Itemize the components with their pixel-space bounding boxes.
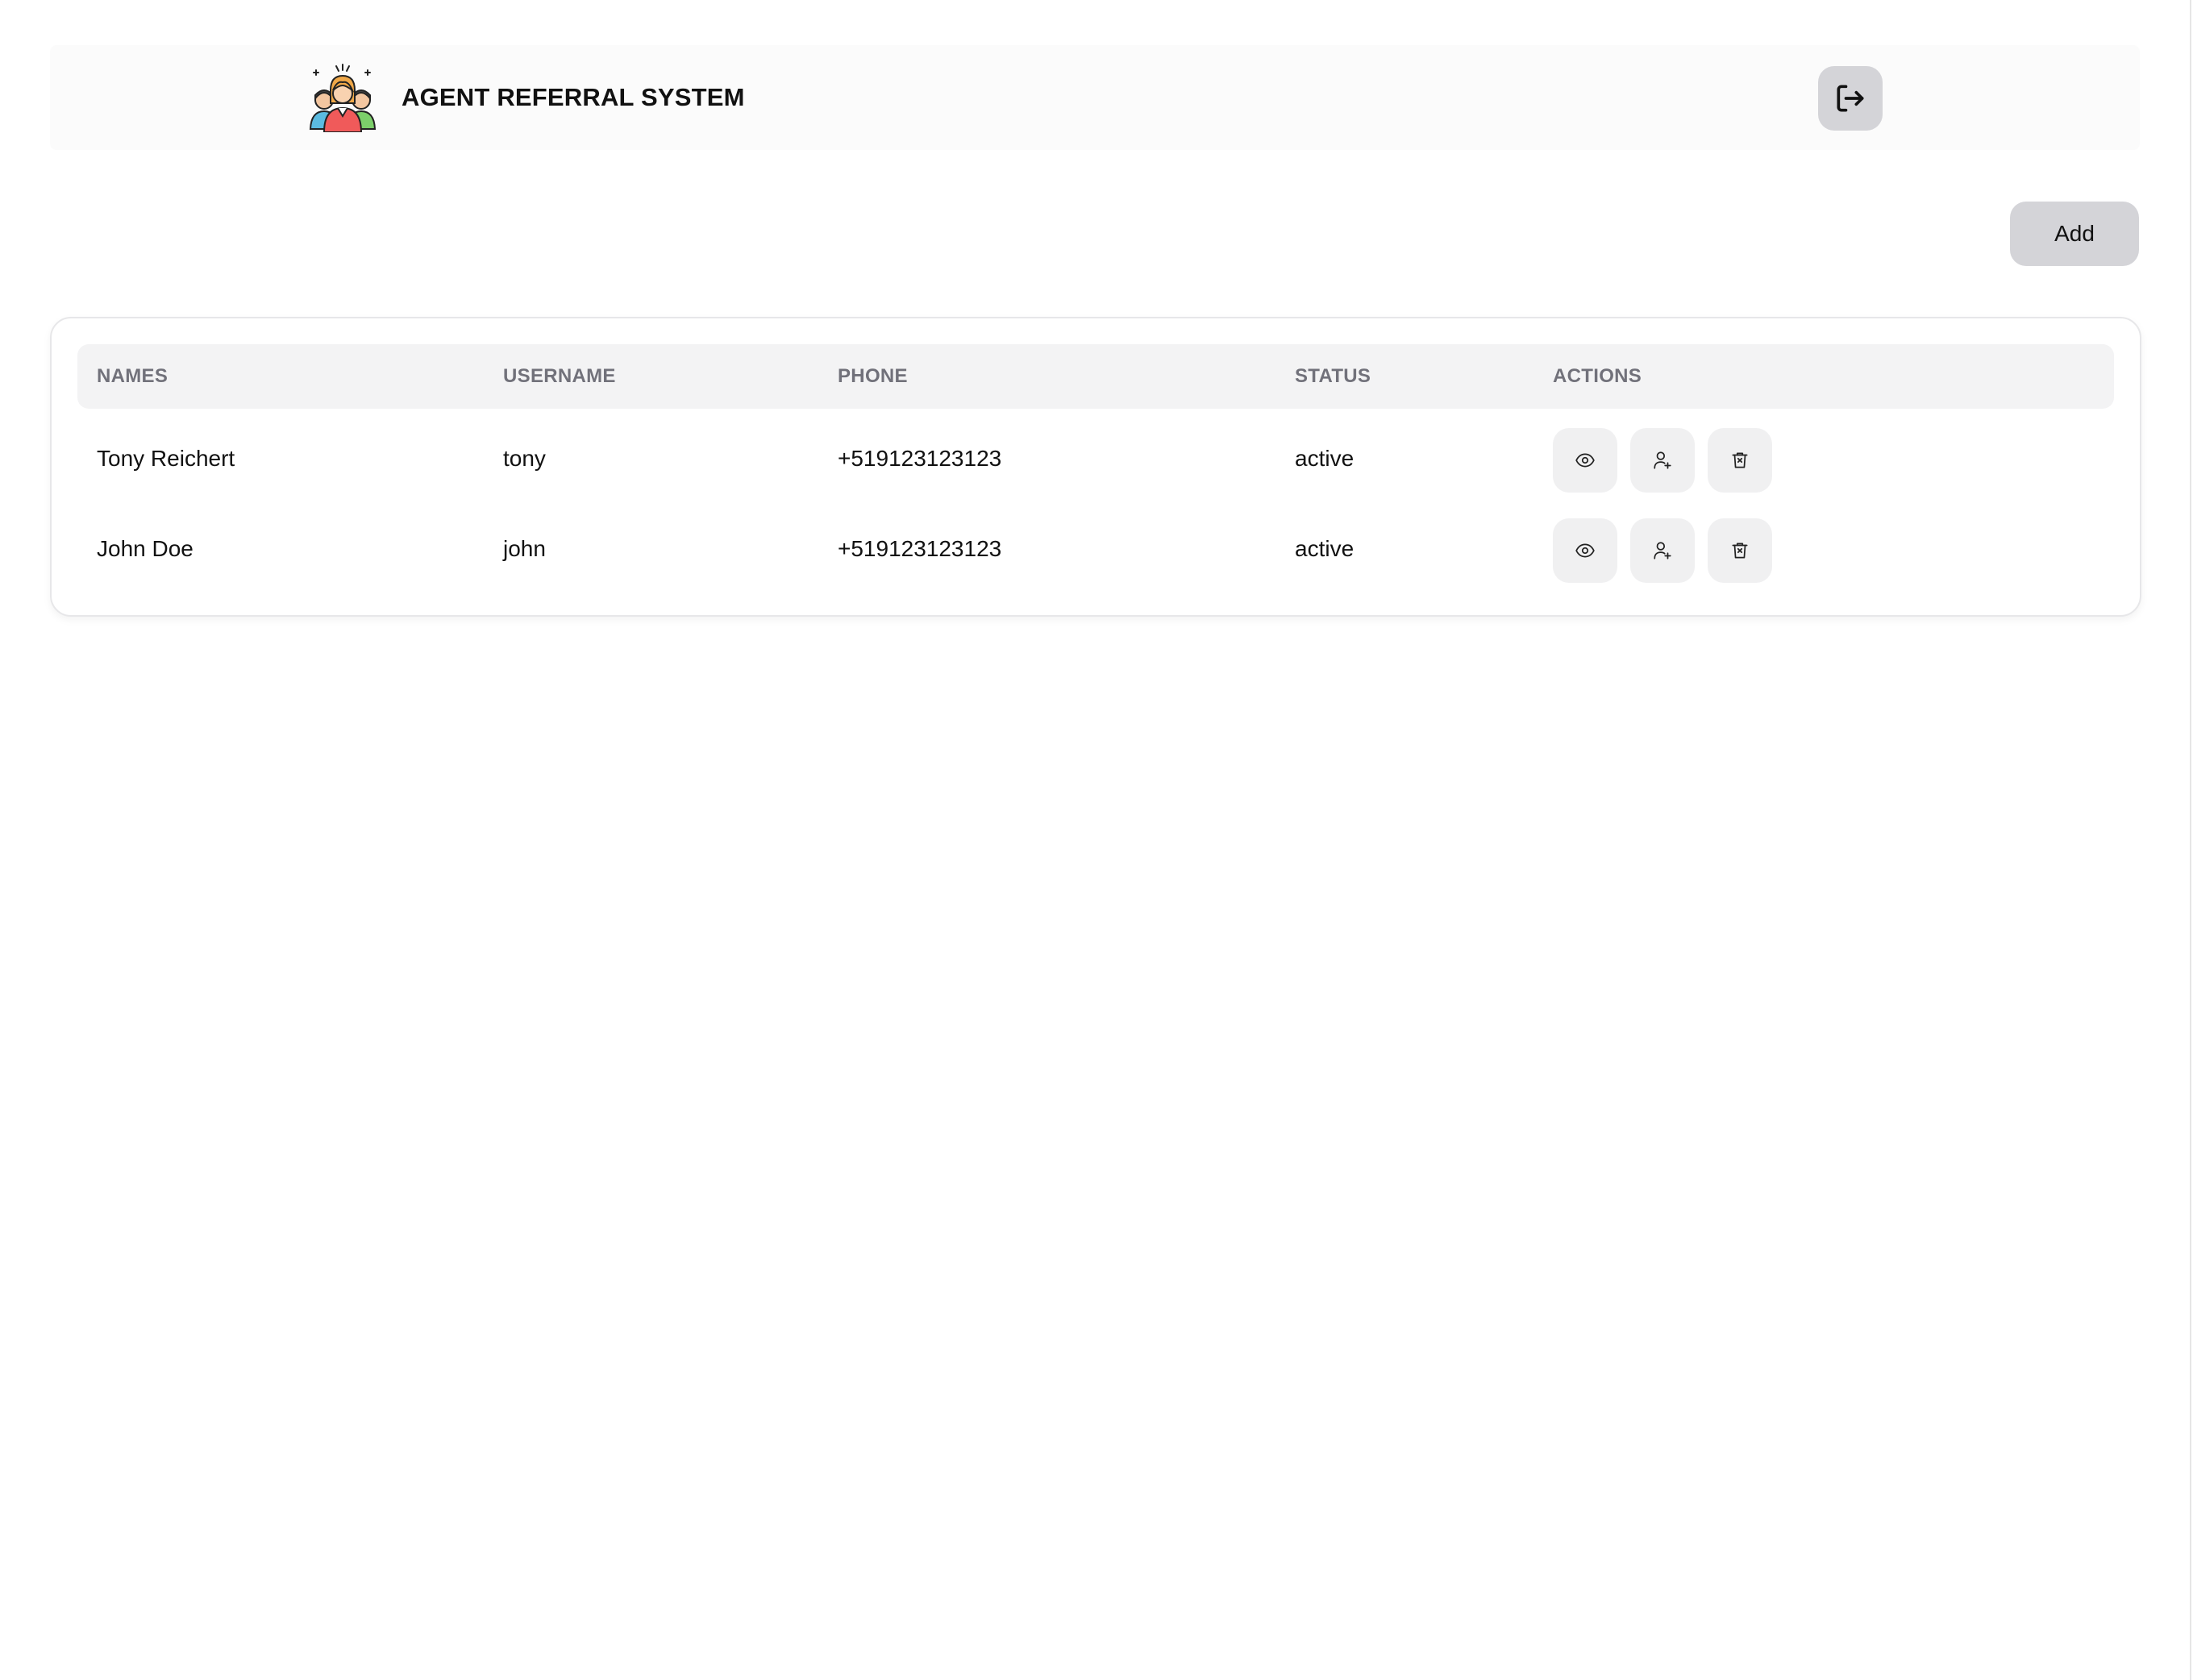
row-actions: [1553, 518, 1772, 583]
app-title: AGENT REFERRAL SYSTEM: [402, 83, 745, 111]
cell-username: john: [503, 536, 546, 561]
team-people-icon: [309, 64, 377, 132]
scrollbar-track[interactable]: [2190, 0, 2191, 1680]
agents-table: NAMES USERNAME PHONE STATUS ACTIONS Tony…: [50, 317, 2141, 617]
page: AGENT REFERRAL SYSTEM Add NAMES USERNAME…: [0, 0, 2193, 1680]
table-row: John Doe john +519123123123 active: [77, 509, 2114, 589]
table-row: Tony Reichert tony +519123123123 active: [77, 418, 2114, 499]
cell-names: John Doe: [97, 536, 194, 561]
add-button[interactable]: Add: [2010, 202, 2139, 266]
row-actions: [1553, 428, 1772, 493]
column-header-actions: ACTIONS: [1553, 365, 1642, 387]
assign-user-button[interactable]: [1630, 518, 1695, 583]
eye-icon: [1575, 453, 1595, 468]
brand[interactable]: AGENT REFERRAL SYSTEM: [308, 63, 745, 132]
logout-icon: [1837, 85, 1864, 112]
delete-button[interactable]: [1708, 428, 1772, 493]
cell-phone: +519123123123: [838, 446, 1002, 471]
user-plus-icon: [1654, 451, 1671, 469]
logout-button[interactable]: [1818, 66, 1883, 131]
cell-status: active: [1295, 536, 1354, 561]
cell-phone: +519123123123: [838, 536, 1002, 561]
assign-user-button[interactable]: [1630, 428, 1695, 493]
column-header-phone[interactable]: PHONE: [838, 344, 908, 409]
column-header-names[interactable]: NAMES: [97, 344, 168, 409]
cell-username: tony: [503, 446, 546, 471]
eye-icon: [1575, 543, 1595, 558]
view-button[interactable]: [1553, 518, 1617, 583]
table-header: NAMES USERNAME PHONE STATUS ACTIONS: [77, 344, 2114, 409]
cell-names: Tony Reichert: [97, 446, 235, 471]
top-navbar: AGENT REFERRAL SYSTEM: [50, 45, 2140, 150]
trash-icon: [1732, 543, 1748, 559]
user-plus-icon: [1654, 542, 1671, 559]
cell-status: active: [1295, 446, 1354, 471]
column-header-username[interactable]: USERNAME: [503, 344, 616, 409]
column-header-status[interactable]: STATUS: [1295, 344, 1371, 409]
view-button[interactable]: [1553, 428, 1617, 493]
trash-icon: [1732, 452, 1748, 468]
delete-button[interactable]: [1708, 518, 1772, 583]
